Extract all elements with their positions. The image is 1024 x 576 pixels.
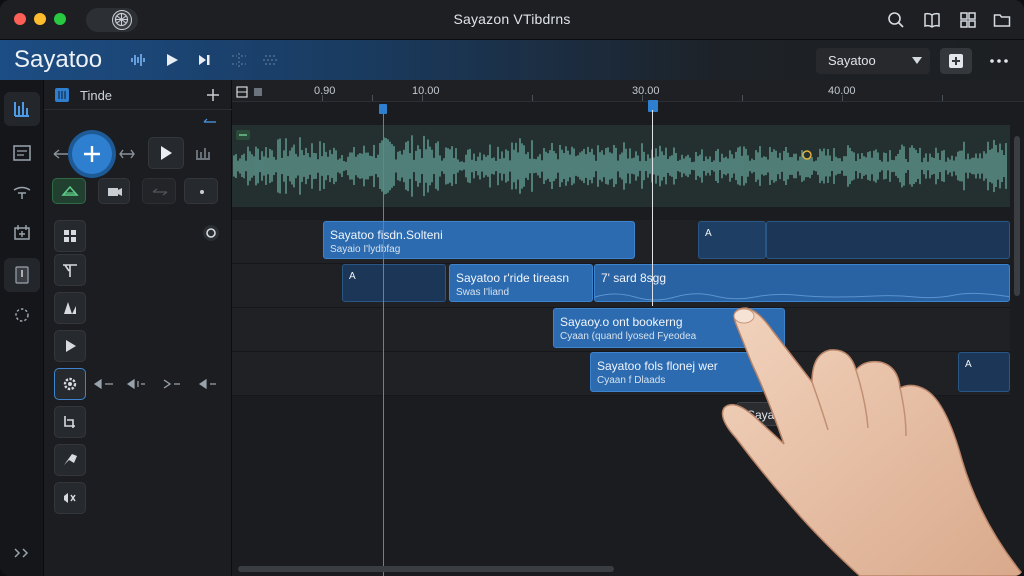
subtitle-clip[interactable] (766, 221, 1010, 259)
ruler-tick (842, 95, 843, 101)
clip-subtitle: Cyaan f Dlaads (597, 375, 666, 386)
collapse-icon[interactable] (202, 114, 218, 124)
clip-title: Sayatoo fisdn.Solteni (330, 228, 443, 242)
subtitle-clip[interactable]: A (342, 264, 446, 302)
trim-icon[interactable] (116, 144, 138, 164)
disabled-tool[interactable] (142, 178, 176, 204)
settings-tool[interactable] (54, 368, 86, 400)
time-ruler[interactable]: 0.90 10.00 30.00 40.00 (232, 80, 1024, 102)
ruler-label: 30.00 (632, 85, 660, 97)
brush-tool[interactable] (54, 444, 86, 476)
panel-title: Tinde (80, 88, 113, 103)
add-marker-button[interactable] (72, 134, 112, 174)
ruler-menu-icon[interactable] (252, 85, 264, 97)
search-icon[interactable] (886, 10, 906, 30)
text-tool[interactable] (54, 254, 86, 286)
crop-tool[interactable] (54, 406, 86, 438)
clip-subtitle: Swas I'liand (456, 287, 510, 298)
audio-track-icon (236, 127, 250, 140)
panel-header: Tinde (44, 80, 232, 110)
hand-overlay (721, 307, 1024, 576)
grid-icon[interactable] (958, 10, 978, 30)
split-icon[interactable] (229, 50, 249, 70)
rail-item-media[interactable] (4, 216, 40, 250)
ripple-tool[interactable] (52, 178, 86, 204)
window-title: Sayazon VTibdrns (453, 11, 571, 27)
volume-down-icon[interactable] (92, 376, 116, 392)
camera-tool[interactable] (98, 178, 130, 204)
align-icon[interactable] (260, 50, 280, 70)
in-point-line (383, 114, 384, 576)
ruler-tick (322, 95, 323, 101)
grid-tool[interactable] (54, 220, 86, 252)
playhead[interactable] (652, 110, 653, 306)
title-bar: Sayazon VTibdrns (0, 0, 1024, 40)
ruler-label: 10.00 (412, 85, 440, 97)
ruler-tick (742, 95, 743, 101)
play-clip-button[interactable] (148, 137, 184, 169)
panel-icon (54, 87, 70, 103)
record-icon[interactable] (200, 222, 222, 244)
rail-item-subtitles[interactable] (4, 136, 40, 170)
subtitle-clip[interactable]: A (698, 221, 766, 259)
mute-icon[interactable] (196, 376, 220, 392)
vertical-scrollbar[interactable] (1014, 136, 1020, 296)
brand-name: Sayatoo (14, 46, 103, 73)
volume-icon[interactable] (124, 376, 148, 392)
app-header: Sayatoo Sayatoo (0, 40, 1024, 80)
rail-item-settings[interactable] (4, 298, 40, 332)
clip-title: Sayatoo r'ride tireasn (456, 271, 570, 285)
left-rail (0, 80, 44, 576)
rail-item-expand[interactable] (4, 536, 40, 570)
keyframe-icon[interactable] (802, 147, 812, 160)
book-icon[interactable] (922, 10, 942, 30)
in-point-marker[interactable] (379, 104, 387, 114)
chevron-down-icon (912, 57, 922, 64)
ruler-tick (532, 95, 533, 101)
play-button[interactable] (162, 50, 182, 70)
clip-title: Sayaoy.o ont bookerng (560, 315, 683, 329)
dot-tool[interactable] (184, 178, 218, 204)
clip-subtitle: Cyaan (quand lyosed Fyeodea (560, 331, 697, 342)
rail-item-timeline[interactable] (4, 92, 40, 126)
rail-item-effects[interactable] (4, 176, 40, 210)
app-window: Sayazon VTibdrns Sayatoo Sayatoo Tinde 0… (0, 0, 1024, 576)
rewind-icon[interactable] (50, 144, 72, 164)
clip-title: A (705, 228, 712, 239)
audio-waveform-icon[interactable] (128, 50, 148, 70)
add-icon[interactable] (204, 86, 222, 104)
audio-waveform (233, 135, 1007, 197)
levels-icon[interactable] (192, 142, 214, 164)
preset-dropdown[interactable]: Sayatoo (816, 48, 930, 74)
pointer-tool[interactable] (54, 330, 86, 362)
clip-title: 7' sard 8sgg (601, 271, 666, 285)
ruler-tick (372, 95, 373, 101)
more-options-icon[interactable] (984, 48, 1014, 74)
ruler-label: 0.90 (314, 85, 336, 97)
playhead-handle[interactable] (648, 100, 658, 112)
audio-tool[interactable] (54, 482, 86, 514)
clip-title: A (349, 271, 356, 282)
ruler-tick (642, 95, 643, 101)
subtitle-clip[interactable]: Sayatoo fisdn.Solteni Sayaio I'lydbfag (323, 221, 635, 259)
fade-icon[interactable] (160, 376, 184, 392)
subtitle-clip[interactable]: Sayatoo r'ride tireasn Swas I'liand (449, 264, 593, 302)
skip-forward-button[interactable] (195, 50, 215, 70)
horizontal-scrollbar[interactable] (238, 566, 614, 572)
snap-icon[interactable] (236, 85, 248, 98)
audio-track[interactable] (232, 125, 1010, 207)
add-button[interactable] (940, 48, 972, 74)
rail-item-notes[interactable] (4, 258, 40, 292)
preset-dropdown-value: Sayatoo (828, 53, 876, 68)
ruler-tick (942, 95, 943, 101)
tool-panel: Tinde (44, 80, 232, 576)
ruler-tick (422, 95, 423, 101)
clip-subtitle: Sayaio I'lydbfag (330, 244, 401, 255)
folder-icon[interactable] (992, 10, 1012, 30)
shape-tool[interactable] (54, 292, 86, 324)
